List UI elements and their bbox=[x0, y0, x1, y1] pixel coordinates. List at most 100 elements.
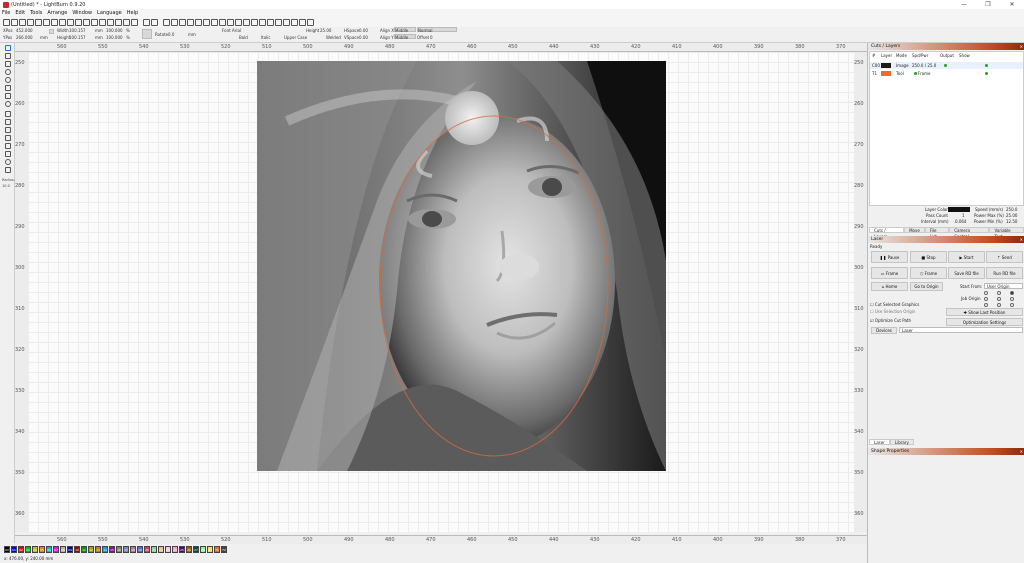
export-icon[interactable] bbox=[35, 18, 42, 26]
dock-icon[interactable] bbox=[275, 18, 282, 26]
draw-lines-icon[interactable] bbox=[5, 85, 11, 91]
palette-swatch[interactable]: 06 bbox=[46, 546, 52, 553]
boolean-intersect-icon[interactable] bbox=[5, 143, 11, 149]
align-middle-icon[interactable] bbox=[243, 18, 250, 26]
origin-radio-ml[interactable] bbox=[984, 297, 988, 301]
offset-value[interactable]: 0 bbox=[430, 35, 433, 40]
tabs-tool-icon[interactable] bbox=[5, 167, 11, 173]
corner-bottom-left-icon[interactable] bbox=[299, 18, 306, 26]
measure-tool-icon[interactable] bbox=[5, 111, 11, 117]
palette-swatch[interactable]: 03 bbox=[25, 546, 31, 553]
move-icon[interactable] bbox=[83, 18, 90, 26]
palette-swatch[interactable]: 18 bbox=[130, 546, 136, 553]
open-file-icon[interactable] bbox=[11, 18, 18, 26]
undo-icon[interactable] bbox=[67, 18, 74, 26]
scale-h-value[interactable]: 100.000 bbox=[106, 35, 123, 40]
palette-swatch[interactable]: 07 bbox=[53, 546, 59, 553]
tab-laser[interactable]: Laser bbox=[869, 439, 890, 445]
palette-swatch[interactable]: 21 bbox=[151, 546, 157, 553]
cut-selected-checkbox[interactable]: ☐ Cut Selected Graphics bbox=[870, 302, 919, 307]
origin-radio-tc[interactable] bbox=[997, 291, 1001, 295]
tab-camera-control[interactable]: Camera Control bbox=[949, 227, 990, 239]
device-select[interactable]: Laser bbox=[899, 327, 1023, 333]
pass-count-value[interactable]: 1 bbox=[962, 213, 965, 218]
palette-swatch[interactable]: 05 bbox=[39, 546, 45, 553]
boolean-subtract-icon[interactable] bbox=[5, 135, 11, 141]
show-toggle-icon[interactable] bbox=[985, 72, 988, 75]
optimize-checkbox[interactable]: ☑ Optimize Cut Path bbox=[870, 318, 911, 323]
palette-swatch[interactable]: 17 bbox=[123, 546, 129, 553]
hspace-value[interactable]: 0.00 bbox=[359, 28, 368, 33]
palette-swatch[interactable]: 13 bbox=[95, 546, 101, 553]
aligny-select[interactable]: Middle bbox=[394, 34, 416, 40]
zoom-page-icon[interactable] bbox=[115, 18, 122, 26]
tab-variable-text[interactable]: Variable Text bbox=[989, 227, 1024, 239]
go-to-origin-button[interactable]: Go to Origin bbox=[910, 282, 943, 291]
save-rd-button[interactable]: Save RD file bbox=[948, 267, 985, 279]
flip-vertical-icon[interactable] bbox=[187, 18, 194, 26]
run-rd-button[interactable]: Run RD file bbox=[986, 267, 1023, 279]
start-from-select[interactable]: User Origin bbox=[984, 283, 1023, 289]
palette-swatch[interactable]: 00 bbox=[4, 546, 10, 553]
align-top-icon[interactable] bbox=[235, 18, 242, 26]
palette-swatch[interactable]: 29 bbox=[207, 546, 213, 553]
text-mode-select[interactable]: Normal bbox=[417, 27, 457, 33]
origin-radio-tl[interactable] bbox=[984, 291, 988, 295]
origin-radio-bc[interactable] bbox=[997, 303, 1001, 307]
palette-swatch[interactable]: 22 bbox=[158, 546, 164, 553]
origin-radio-mr[interactable] bbox=[1010, 297, 1014, 301]
settings-gear-icon[interactable] bbox=[143, 18, 150, 26]
menu-language[interactable]: Language bbox=[97, 10, 122, 16]
camera-icon[interactable] bbox=[123, 18, 130, 26]
welded-checkbox[interactable]: Welded bbox=[326, 35, 341, 40]
save-file-icon[interactable] bbox=[19, 18, 26, 26]
tab-cuts-layers[interactable]: Cuts / Layers bbox=[869, 227, 905, 239]
zoom-fit-icon[interactable] bbox=[107, 18, 114, 26]
row-mode[interactable]: Image bbox=[896, 63, 909, 68]
menu-help[interactable]: Help bbox=[127, 10, 138, 16]
italic-checkbox[interactable]: Italic bbox=[261, 35, 271, 40]
palette-swatch[interactable]: 04 bbox=[32, 546, 38, 553]
trace-image-icon[interactable] bbox=[131, 18, 138, 26]
corner-top-right-icon[interactable] bbox=[291, 18, 298, 26]
copy-icon[interactable] bbox=[51, 18, 58, 26]
maximize-button[interactable]: ❐ bbox=[976, 0, 1000, 9]
alignx-select[interactable]: Middle bbox=[394, 27, 416, 33]
layer-color-chip[interactable] bbox=[881, 71, 891, 76]
palette-swatch[interactable]: 02 bbox=[18, 546, 24, 553]
ungroup-icon[interactable] bbox=[171, 18, 178, 26]
offset-tool-icon[interactable] bbox=[5, 119, 11, 125]
palette-swatch[interactable]: 15 bbox=[109, 546, 115, 553]
draw-ellipse-icon[interactable] bbox=[5, 69, 11, 75]
work-canvas[interactable] bbox=[28, 52, 854, 532]
align-left-icon[interactable] bbox=[211, 18, 218, 26]
origin-radio-br[interactable] bbox=[1010, 303, 1014, 307]
palette-swatch[interactable]: 26 bbox=[186, 546, 192, 553]
laser-panel-close-icon[interactable]: ✕ bbox=[1020, 236, 1023, 243]
palette-swatch[interactable]: T1 bbox=[214, 546, 220, 553]
paste-icon[interactable] bbox=[59, 18, 66, 26]
vspace-value[interactable]: 0.00 bbox=[359, 35, 368, 40]
mirror-icon[interactable] bbox=[195, 18, 202, 26]
portrait-image[interactable] bbox=[257, 61, 666, 471]
tab-library[interactable]: Library bbox=[889, 439, 914, 445]
align-right-icon[interactable] bbox=[227, 18, 234, 26]
palette-swatch[interactable]: 12 bbox=[88, 546, 94, 553]
show-toggle-icon[interactable] bbox=[985, 64, 988, 67]
origin-radio-tr[interactable] bbox=[1010, 291, 1014, 295]
anchor-grid-icon[interactable] bbox=[142, 29, 152, 39]
output-toggle-icon[interactable] bbox=[914, 72, 917, 75]
lock-ratio-icon[interactable] bbox=[49, 29, 54, 34]
interval-value[interactable]: 0.064 bbox=[955, 219, 966, 224]
text-tool-icon[interactable] bbox=[5, 93, 11, 99]
palette-swatch[interactable]: 09 bbox=[67, 546, 73, 553]
origin-radio-mc[interactable] bbox=[997, 297, 1001, 301]
bold-checkbox[interactable]: Bold bbox=[239, 35, 248, 40]
select-arrow-icon[interactable] bbox=[5, 45, 11, 51]
palette-swatch[interactable]: T2 bbox=[221, 546, 227, 553]
palette-swatch[interactable]: 11 bbox=[81, 546, 87, 553]
boolean-union-icon[interactable] bbox=[5, 127, 11, 133]
table-row[interactable]: C00 Image 250.0 / 25.0 bbox=[870, 62, 1023, 69]
palette-swatch[interactable]: 25 bbox=[179, 546, 185, 553]
palette-swatch[interactable]: 23 bbox=[165, 546, 171, 553]
